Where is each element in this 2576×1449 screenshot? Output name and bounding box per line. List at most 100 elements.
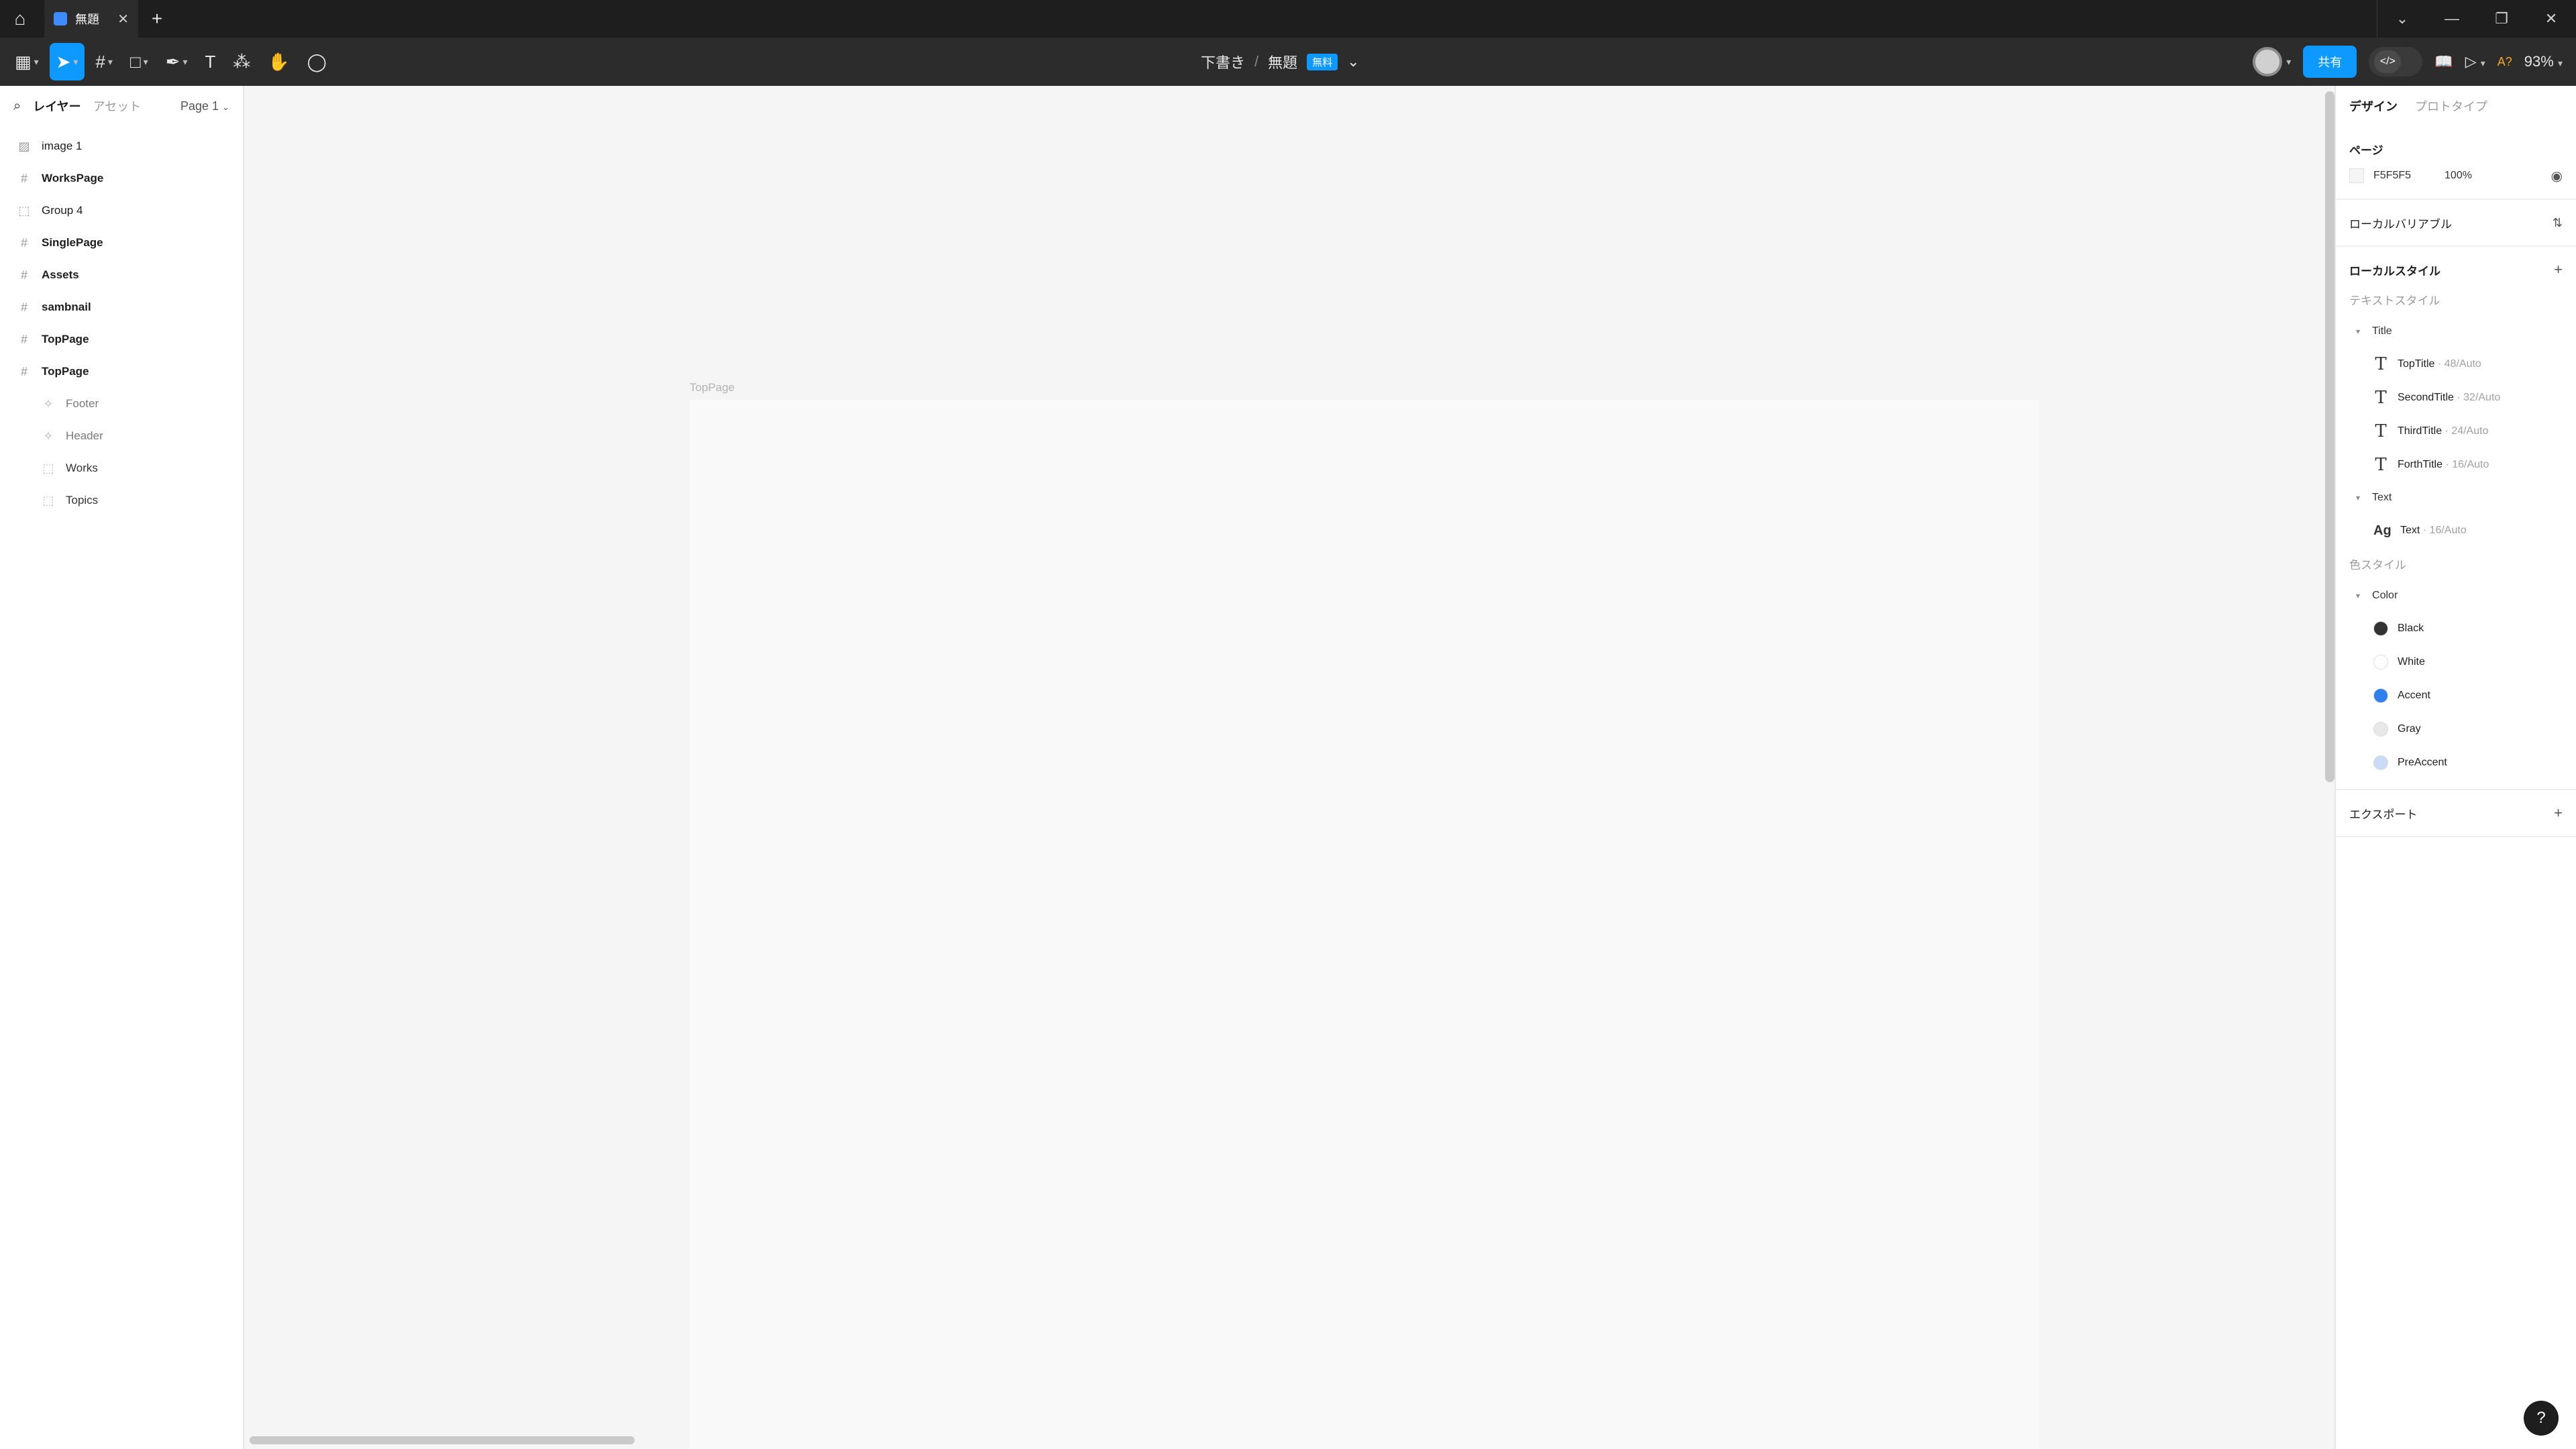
export-label: エクスポート (2349, 808, 2418, 821)
page-color-swatch[interactable] (2349, 168, 2364, 183)
layer-item[interactable]: ⬚ Works (0, 452, 243, 484)
page-selector[interactable]: Page 1 ⌄ (180, 99, 229, 113)
chevron-down-icon[interactable]: ⌄ (2377, 0, 2427, 38)
text-style-icon: T (2375, 354, 2387, 374)
text-icon: T (205, 51, 216, 72)
layer-item[interactable]: # SinglePage (0, 227, 243, 259)
dev-mode-toggle[interactable]: </> (2369, 47, 2423, 76)
color-style-name: White (2398, 656, 2425, 667)
frame-tool-button[interactable]: # ▾ (89, 43, 119, 80)
chevron-down-icon[interactable]: ⌄ (1347, 53, 1359, 70)
layers-panel: ⌕ レイヤー アセット Page 1 ⌄ ▨ image 1 # WorksPage… (0, 86, 244, 1449)
main-toolbar: ▦ ▾ ➤ ▾ # ▾ □ ▾ ✒ ▾ T ⁂ ✋ ◯ 下書き / 無題 無料 ⌄ ▾ 共… (0, 38, 2576, 86)
eye-icon[interactable]: ◉ (2551, 168, 2563, 184)
text-style-item[interactable]: Ag Text · 16/Auto (2349, 514, 2563, 547)
home-icon[interactable]: ⌂ (0, 0, 40, 38)
local-variables-label[interactable]: ローカルバリアブル (2349, 215, 2452, 231)
style-group-title[interactable]: ▾ Title (2349, 315, 2563, 347)
color-styles-label: 色スタイル (2349, 558, 2406, 572)
layer-label: Works (66, 462, 98, 474)
tab-design[interactable]: デザイン (2349, 97, 2398, 115)
new-tab-icon[interactable]: + (138, 0, 176, 38)
variables-settings-icon[interactable]: ⇅ (2553, 216, 2563, 230)
layer-item[interactable]: ▨ image 1 (0, 130, 243, 162)
frame-label[interactable]: TopPage (690, 381, 735, 394)
user-menu[interactable]: ▾ (2253, 47, 2291, 76)
page-fill-row[interactable]: F5F5F5 100% ◉ (2349, 162, 2563, 189)
layer-item[interactable]: # TopPage (0, 323, 243, 356)
layer-item[interactable]: # sambnail (0, 291, 243, 323)
frame-icon: # (20, 332, 28, 346)
horizontal-scrollbar[interactable] (250, 1436, 635, 1444)
text-style-item[interactable]: T SecondTitle · 32/Auto (2349, 381, 2563, 415)
layer-label: TopPage (42, 365, 89, 378)
style-group-color[interactable]: ▾ Color (2349, 580, 2563, 612)
layer-item[interactable]: # TopPage (0, 356, 243, 388)
style-group-text[interactable]: ▾ Text (2349, 482, 2563, 514)
color-style-item[interactable]: Black (2349, 612, 2563, 645)
color-style-item[interactable]: Gray (2349, 712, 2563, 746)
layer-item[interactable]: # WorksPage (0, 162, 243, 195)
present-button[interactable]: ▷ ▾ (2465, 53, 2485, 70)
figma-file-icon (54, 12, 67, 25)
color-style-name: Gray (2398, 723, 2421, 735)
tab-prototype[interactable]: プロトタイプ (2415, 97, 2487, 115)
code-icon: </> (2374, 50, 2402, 73)
page-color-hex[interactable]: F5F5F5 (2373, 170, 2411, 182)
minimize-icon[interactable]: — (2427, 0, 2477, 38)
color-swatch (2373, 722, 2388, 737)
layer-label: Topics (66, 494, 99, 506)
toppage-frame[interactable] (690, 400, 2039, 1449)
color-style-item[interactable]: White (2349, 645, 2563, 679)
hand-icon: ✋ (268, 51, 290, 72)
layer-item[interactable]: # Assets (0, 259, 243, 291)
library-icon[interactable]: 📖 (2434, 53, 2453, 70)
restore-icon[interactable]: ❐ (2477, 0, 2526, 38)
add-export-icon[interactable]: + (2554, 804, 2563, 822)
shape-tool-button[interactable]: □ ▾ (123, 43, 155, 80)
resources-button[interactable]: ⁂ (226, 43, 257, 80)
search-icon[interactable]: ⌕ (13, 99, 21, 114)
layer-label: Assets (42, 268, 79, 281)
text-style-item[interactable]: T TopTitle · 48/Auto (2349, 347, 2563, 381)
tab-layers[interactable]: レイヤー (33, 97, 80, 115)
text-style-name: Text (2400, 525, 2420, 536)
page-section: ページ F5F5F5 100% ◉ (2336, 126, 2576, 200)
color-swatch (2373, 755, 2388, 770)
layer-item[interactable]: ✧ Footer (0, 388, 243, 420)
help-button[interactable]: ? (2524, 1401, 2559, 1436)
layer-item[interactable]: ⬚ Group 4 (0, 195, 243, 227)
folder-link[interactable]: 下書き (1201, 51, 1245, 72)
vertical-scrollbar[interactable] (2325, 91, 2334, 782)
share-button[interactable]: 共有 (2303, 46, 2357, 78)
move-tool-button[interactable]: ➤ ▾ (49, 43, 85, 80)
canvas[interactable]: TopPage (246, 86, 2334, 1449)
export-section: エクスポート + (2336, 790, 2576, 837)
page-opacity[interactable]: 100% (2445, 170, 2472, 182)
ai-button[interactable]: A? (2498, 55, 2512, 69)
add-style-icon[interactable]: + (2554, 261, 2563, 278)
triangle-down-icon: ▾ (2356, 493, 2361, 502)
file-tab[interactable]: 無題 ✕ (44, 0, 138, 38)
pen-tool-button[interactable]: ✒ ▾ (159, 43, 195, 80)
layer-item[interactable]: ⬚ Topics (0, 484, 243, 517)
frame-icon: # (20, 364, 28, 378)
color-style-item[interactable]: PreAccent (2349, 746, 2563, 780)
tab-assets[interactable]: アセット (93, 97, 142, 115)
main-menu-button[interactable]: ▦ ▾ (8, 43, 46, 80)
close-tab-icon[interactable]: ✕ (117, 11, 129, 28)
text-style-item[interactable]: T ForthTitle · 16/Auto (2349, 448, 2563, 482)
zoom-menu[interactable]: 93% ▾ (2524, 53, 2563, 70)
color-style-item[interactable]: Accent (2349, 679, 2563, 712)
file-name[interactable]: 無題 (1268, 51, 1297, 72)
close-window-icon[interactable]: ✕ (2526, 0, 2576, 38)
layers-panel-header: ⌕ レイヤー アセット Page 1 ⌄ (0, 86, 243, 126)
layer-item[interactable]: ✧ Header (0, 420, 243, 452)
comment-tool-button[interactable]: ◯ (301, 43, 333, 80)
text-tool-button[interactable]: T (199, 43, 223, 80)
frame-icon: # (20, 171, 28, 185)
layer-list: ▨ image 1 # WorksPage ⬚ Group 4 # SinglePage… (0, 126, 243, 517)
page-section-title: ページ (2349, 144, 2383, 157)
text-style-item[interactable]: T ThirdTitle · 24/Auto (2349, 415, 2563, 448)
hand-tool-button[interactable]: ✋ (261, 43, 296, 80)
